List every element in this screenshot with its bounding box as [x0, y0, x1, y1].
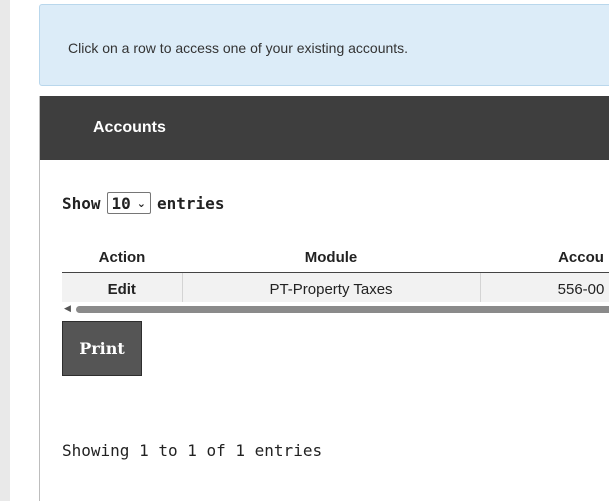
horizontal-scrollbar[interactable]: ◀	[62, 304, 609, 315]
cell-account: 556-00	[480, 272, 609, 302]
length-prefix: Show	[62, 193, 101, 213]
panel-title: Accounts	[93, 119, 166, 136]
cell-module: PT-Property Taxes	[182, 272, 481, 302]
left-rail	[0, 0, 10, 501]
chevron-down-icon: ⌄	[136, 196, 147, 210]
accounts-panel: Accounts Show 10 ⌄ entries Action Module…	[39, 96, 609, 501]
print-button[interactable]: Print	[62, 321, 142, 376]
edit-link[interactable]: Edit	[62, 272, 183, 302]
entries-per-page-value: 10	[111, 193, 131, 213]
column-header-module[interactable]: Module	[182, 242, 480, 273]
info-alert: Click on a row to access one of your exi…	[39, 4, 609, 86]
length-suffix: entries	[157, 193, 225, 213]
column-header-account[interactable]: Accou	[480, 242, 609, 273]
accounts-table: Action Module Accou Edit PT-Property Tax…	[62, 242, 609, 302]
table-info: Showing 1 to 1 of 1 entries	[62, 441, 323, 460]
page: Click on a row to access one of your exi…	[0, 0, 609, 501]
table-row[interactable]: Edit PT-Property Taxes 556-00	[62, 272, 609, 302]
panel-header: Accounts	[40, 96, 609, 160]
main-content: Click on a row to access one of your exi…	[39, 0, 609, 501]
column-header-action[interactable]: Action	[62, 242, 182, 273]
entries-per-page-select[interactable]: 10 ⌄	[106, 192, 152, 214]
entries-length-control: Show 10 ⌄ entries	[62, 192, 224, 214]
accounts-table-wrapper: Action Module Accou Edit PT-Property Tax…	[62, 242, 609, 302]
scrollbar-thumb[interactable]	[76, 306, 609, 313]
table-header-row: Action Module Accou	[62, 242, 609, 273]
info-message: Click on a row to access one of your exi…	[68, 40, 409, 56]
scroll-left-icon[interactable]: ◀	[64, 304, 71, 315]
